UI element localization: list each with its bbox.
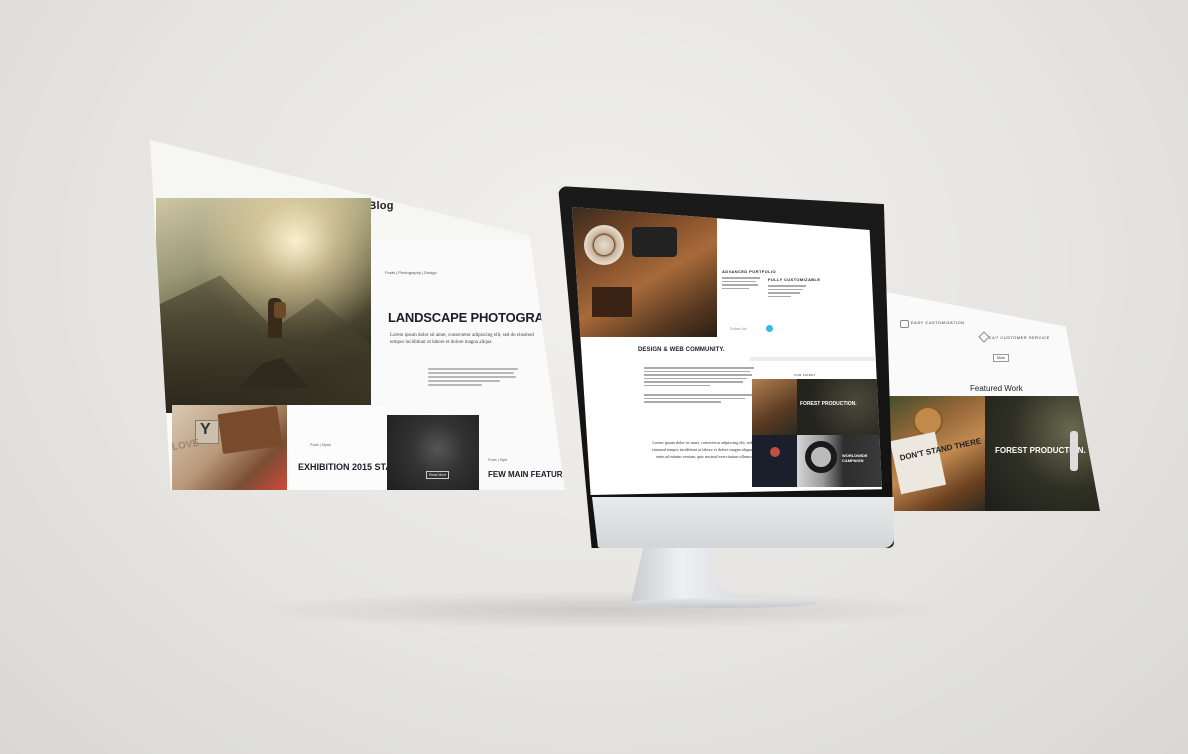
exhibition-meta: Posts | Styles [310, 443, 332, 447]
featured-work-title: Featured Work [970, 384, 1023, 393]
forest-tile[interactable] [797, 379, 882, 435]
community-quote: Lorem ipsum dolor sit amet, consectetur … [651, 440, 759, 459]
monitor-stand-foot [628, 598, 818, 608]
fully-customizable-heading: FULLY CUSTOMIZABLE [768, 277, 821, 282]
post-subtitle: Lorem ipsum dolor sit amet, consectetur … [390, 333, 534, 345]
feature-support: 24/7 CUSTOMER SERVICE [989, 335, 1050, 340]
grid-title: OUR LATEST [794, 373, 816, 377]
read-more-button[interactable]: Read More [426, 471, 450, 479]
advanced-portfolio-heading: ADVANCED PORTFOLIO [722, 269, 777, 274]
advanced-portfolio-text [722, 277, 760, 291]
features-meta: Posts | Style [488, 458, 508, 462]
avatar [770, 447, 780, 457]
follow-us-label: Follow Us f [730, 327, 748, 331]
exhibition-card[interactable] [287, 405, 387, 490]
swirl-object [584, 225, 624, 265]
letterpress-letter: Y [200, 421, 211, 438]
post-body-lines [428, 368, 518, 388]
campaign-tile-title: WORLDWIDE CAMPAIGN [842, 453, 868, 463]
tire-image [805, 441, 837, 473]
wood-block [592, 287, 632, 317]
profile-tile[interactable] [752, 435, 797, 487]
camera-object [632, 227, 677, 257]
grid-nav-bar [750, 357, 882, 361]
forest-tile-title: FOREST PRODUCTION. [800, 401, 857, 407]
fully-customizable-text [768, 285, 806, 299]
person-figure [1070, 431, 1078, 471]
monitor-stand-neck [630, 545, 745, 605]
hiker-backpack [274, 302, 286, 318]
social-button[interactable] [766, 325, 773, 332]
feature-customization: EASY CUSTOMIZATION [911, 320, 965, 325]
blog-page-mockup: The Blog Posts | Photography | Design LA… [150, 140, 565, 490]
monitor-screen: ADVANCED PORTFOLIO FULLY CUSTOMIZABLE Fo… [572, 207, 882, 495]
monitor-chin [592, 497, 894, 548]
post-meta: Posts | Photography | Design [385, 270, 437, 275]
floor-shadow [240, 590, 960, 630]
community-text [644, 367, 754, 405]
customize-icon [900, 320, 909, 328]
features-title[interactable]: FEW MAIN FEATURES. [488, 470, 565, 479]
community-heading: DESIGN & WEB COMMUNITY. [638, 347, 725, 353]
more-button[interactable]: More [993, 354, 1009, 362]
wooden-coin [913, 406, 943, 436]
support-icon [978, 331, 990, 343]
leather-book [217, 406, 283, 454]
post-headline[interactable]: LANDSCAPE PHOTOGRAPHY. [388, 310, 565, 325]
mug-tile[interactable] [752, 379, 797, 435]
